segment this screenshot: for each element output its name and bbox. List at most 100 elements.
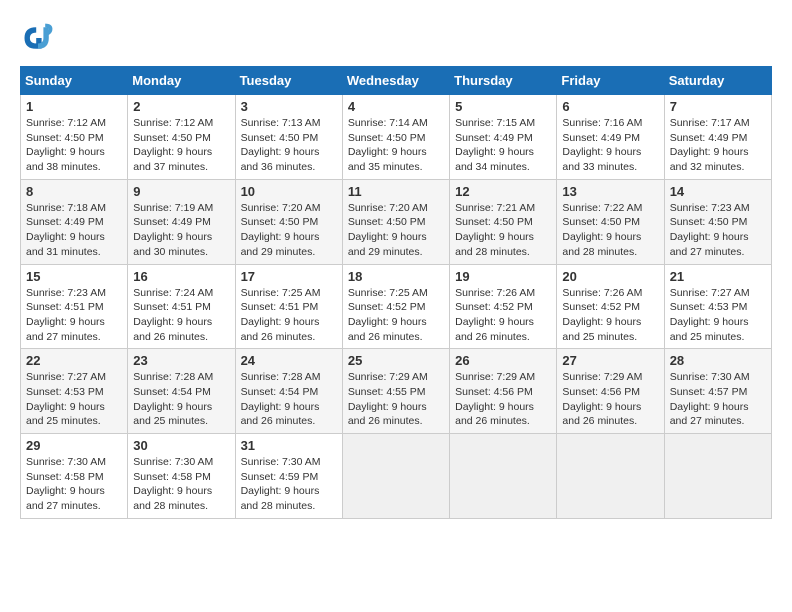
day-info: Sunrise: 7:30 AMSunset: 4:58 PMDaylight:… bbox=[26, 455, 122, 514]
day-number: 27 bbox=[562, 353, 658, 368]
day-info: Sunrise: 7:23 AMSunset: 4:50 PMDaylight:… bbox=[670, 201, 766, 260]
day-info: Sunrise: 7:29 AMSunset: 4:56 PMDaylight:… bbox=[455, 370, 551, 429]
calendar-week-2: 8 Sunrise: 7:18 AMSunset: 4:49 PMDayligh… bbox=[21, 179, 772, 264]
day-number: 14 bbox=[670, 184, 766, 199]
day-info: Sunrise: 7:14 AMSunset: 4:50 PMDaylight:… bbox=[348, 116, 444, 175]
day-info: Sunrise: 7:15 AMSunset: 4:49 PMDaylight:… bbox=[455, 116, 551, 175]
day-number: 16 bbox=[133, 269, 229, 284]
day-number: 31 bbox=[241, 438, 337, 453]
day-number: 24 bbox=[241, 353, 337, 368]
weekday-header-friday: Friday bbox=[557, 67, 664, 95]
calendar-cell bbox=[557, 434, 664, 519]
calendar-cell: 23 Sunrise: 7:28 AMSunset: 4:54 PMDaylig… bbox=[128, 349, 235, 434]
day-number: 10 bbox=[241, 184, 337, 199]
day-info: Sunrise: 7:23 AMSunset: 4:51 PMDaylight:… bbox=[26, 286, 122, 345]
day-info: Sunrise: 7:30 AMSunset: 4:57 PMDaylight:… bbox=[670, 370, 766, 429]
calendar-cell: 10 Sunrise: 7:20 AMSunset: 4:50 PMDaylig… bbox=[235, 179, 342, 264]
logo-icon bbox=[20, 20, 56, 56]
day-number: 11 bbox=[348, 184, 444, 199]
day-number: 22 bbox=[26, 353, 122, 368]
day-info: Sunrise: 7:13 AMSunset: 4:50 PMDaylight:… bbox=[241, 116, 337, 175]
day-number: 5 bbox=[455, 99, 551, 114]
day-info: Sunrise: 7:28 AMSunset: 4:54 PMDaylight:… bbox=[241, 370, 337, 429]
day-number: 21 bbox=[670, 269, 766, 284]
day-info: Sunrise: 7:12 AMSunset: 4:50 PMDaylight:… bbox=[133, 116, 229, 175]
day-info: Sunrise: 7:27 AMSunset: 4:53 PMDaylight:… bbox=[670, 286, 766, 345]
calendar-cell: 15 Sunrise: 7:23 AMSunset: 4:51 PMDaylig… bbox=[21, 264, 128, 349]
weekday-row: SundayMondayTuesdayWednesdayThursdayFrid… bbox=[21, 67, 772, 95]
weekday-header-sunday: Sunday bbox=[21, 67, 128, 95]
day-number: 8 bbox=[26, 184, 122, 199]
calendar-week-4: 22 Sunrise: 7:27 AMSunset: 4:53 PMDaylig… bbox=[21, 349, 772, 434]
calendar-cell: 2 Sunrise: 7:12 AMSunset: 4:50 PMDayligh… bbox=[128, 95, 235, 180]
calendar-cell bbox=[342, 434, 449, 519]
day-info: Sunrise: 7:26 AMSunset: 4:52 PMDaylight:… bbox=[455, 286, 551, 345]
calendar-cell: 16 Sunrise: 7:24 AMSunset: 4:51 PMDaylig… bbox=[128, 264, 235, 349]
day-info: Sunrise: 7:20 AMSunset: 4:50 PMDaylight:… bbox=[348, 201, 444, 260]
calendar-cell: 7 Sunrise: 7:17 AMSunset: 4:49 PMDayligh… bbox=[664, 95, 771, 180]
day-number: 29 bbox=[26, 438, 122, 453]
calendar-cell: 22 Sunrise: 7:27 AMSunset: 4:53 PMDaylig… bbox=[21, 349, 128, 434]
day-number: 25 bbox=[348, 353, 444, 368]
day-number: 9 bbox=[133, 184, 229, 199]
day-info: Sunrise: 7:27 AMSunset: 4:53 PMDaylight:… bbox=[26, 370, 122, 429]
calendar-cell: 25 Sunrise: 7:29 AMSunset: 4:55 PMDaylig… bbox=[342, 349, 449, 434]
day-info: Sunrise: 7:16 AMSunset: 4:49 PMDaylight:… bbox=[562, 116, 658, 175]
calendar-cell: 12 Sunrise: 7:21 AMSunset: 4:50 PMDaylig… bbox=[450, 179, 557, 264]
calendar-cell: 9 Sunrise: 7:19 AMSunset: 4:49 PMDayligh… bbox=[128, 179, 235, 264]
calendar-cell: 13 Sunrise: 7:22 AMSunset: 4:50 PMDaylig… bbox=[557, 179, 664, 264]
calendar-header: SundayMondayTuesdayWednesdayThursdayFrid… bbox=[21, 67, 772, 95]
day-info: Sunrise: 7:29 AMSunset: 4:56 PMDaylight:… bbox=[562, 370, 658, 429]
calendar-cell: 26 Sunrise: 7:29 AMSunset: 4:56 PMDaylig… bbox=[450, 349, 557, 434]
day-info: Sunrise: 7:25 AMSunset: 4:52 PMDaylight:… bbox=[348, 286, 444, 345]
weekday-header-saturday: Saturday bbox=[664, 67, 771, 95]
weekday-header-tuesday: Tuesday bbox=[235, 67, 342, 95]
day-number: 28 bbox=[670, 353, 766, 368]
calendar-cell: 3 Sunrise: 7:13 AMSunset: 4:50 PMDayligh… bbox=[235, 95, 342, 180]
day-number: 3 bbox=[241, 99, 337, 114]
calendar-cell: 19 Sunrise: 7:26 AMSunset: 4:52 PMDaylig… bbox=[450, 264, 557, 349]
calendar-cell: 1 Sunrise: 7:12 AMSunset: 4:50 PMDayligh… bbox=[21, 95, 128, 180]
day-number: 6 bbox=[562, 99, 658, 114]
day-number: 18 bbox=[348, 269, 444, 284]
day-number: 30 bbox=[133, 438, 229, 453]
calendar-week-5: 29 Sunrise: 7:30 AMSunset: 4:58 PMDaylig… bbox=[21, 434, 772, 519]
calendar-cell: 18 Sunrise: 7:25 AMSunset: 4:52 PMDaylig… bbox=[342, 264, 449, 349]
day-info: Sunrise: 7:30 AMSunset: 4:59 PMDaylight:… bbox=[241, 455, 337, 514]
day-number: 7 bbox=[670, 99, 766, 114]
day-number: 19 bbox=[455, 269, 551, 284]
calendar-cell: 30 Sunrise: 7:30 AMSunset: 4:58 PMDaylig… bbox=[128, 434, 235, 519]
day-info: Sunrise: 7:17 AMSunset: 4:49 PMDaylight:… bbox=[670, 116, 766, 175]
day-number: 15 bbox=[26, 269, 122, 284]
day-info: Sunrise: 7:28 AMSunset: 4:54 PMDaylight:… bbox=[133, 370, 229, 429]
day-number: 1 bbox=[26, 99, 122, 114]
calendar-cell: 14 Sunrise: 7:23 AMSunset: 4:50 PMDaylig… bbox=[664, 179, 771, 264]
calendar-week-1: 1 Sunrise: 7:12 AMSunset: 4:50 PMDayligh… bbox=[21, 95, 772, 180]
day-info: Sunrise: 7:18 AMSunset: 4:49 PMDaylight:… bbox=[26, 201, 122, 260]
weekday-header-wednesday: Wednesday bbox=[342, 67, 449, 95]
day-number: 20 bbox=[562, 269, 658, 284]
day-info: Sunrise: 7:20 AMSunset: 4:50 PMDaylight:… bbox=[241, 201, 337, 260]
calendar-cell: 8 Sunrise: 7:18 AMSunset: 4:49 PMDayligh… bbox=[21, 179, 128, 264]
day-info: Sunrise: 7:21 AMSunset: 4:50 PMDaylight:… bbox=[455, 201, 551, 260]
calendar-body: 1 Sunrise: 7:12 AMSunset: 4:50 PMDayligh… bbox=[21, 95, 772, 519]
calendar-cell bbox=[664, 434, 771, 519]
calendar-cell: 27 Sunrise: 7:29 AMSunset: 4:56 PMDaylig… bbox=[557, 349, 664, 434]
calendar-week-3: 15 Sunrise: 7:23 AMSunset: 4:51 PMDaylig… bbox=[21, 264, 772, 349]
calendar-cell: 17 Sunrise: 7:25 AMSunset: 4:51 PMDaylig… bbox=[235, 264, 342, 349]
calendar-cell: 29 Sunrise: 7:30 AMSunset: 4:58 PMDaylig… bbox=[21, 434, 128, 519]
day-info: Sunrise: 7:30 AMSunset: 4:58 PMDaylight:… bbox=[133, 455, 229, 514]
day-number: 4 bbox=[348, 99, 444, 114]
calendar-cell: 5 Sunrise: 7:15 AMSunset: 4:49 PMDayligh… bbox=[450, 95, 557, 180]
calendar-cell: 21 Sunrise: 7:27 AMSunset: 4:53 PMDaylig… bbox=[664, 264, 771, 349]
day-info: Sunrise: 7:29 AMSunset: 4:55 PMDaylight:… bbox=[348, 370, 444, 429]
day-number: 13 bbox=[562, 184, 658, 199]
calendar-cell: 20 Sunrise: 7:26 AMSunset: 4:52 PMDaylig… bbox=[557, 264, 664, 349]
day-info: Sunrise: 7:26 AMSunset: 4:52 PMDaylight:… bbox=[562, 286, 658, 345]
day-number: 23 bbox=[133, 353, 229, 368]
calendar-cell: 28 Sunrise: 7:30 AMSunset: 4:57 PMDaylig… bbox=[664, 349, 771, 434]
day-number: 2 bbox=[133, 99, 229, 114]
day-info: Sunrise: 7:22 AMSunset: 4:50 PMDaylight:… bbox=[562, 201, 658, 260]
calendar-cell: 4 Sunrise: 7:14 AMSunset: 4:50 PMDayligh… bbox=[342, 95, 449, 180]
day-info: Sunrise: 7:25 AMSunset: 4:51 PMDaylight:… bbox=[241, 286, 337, 345]
